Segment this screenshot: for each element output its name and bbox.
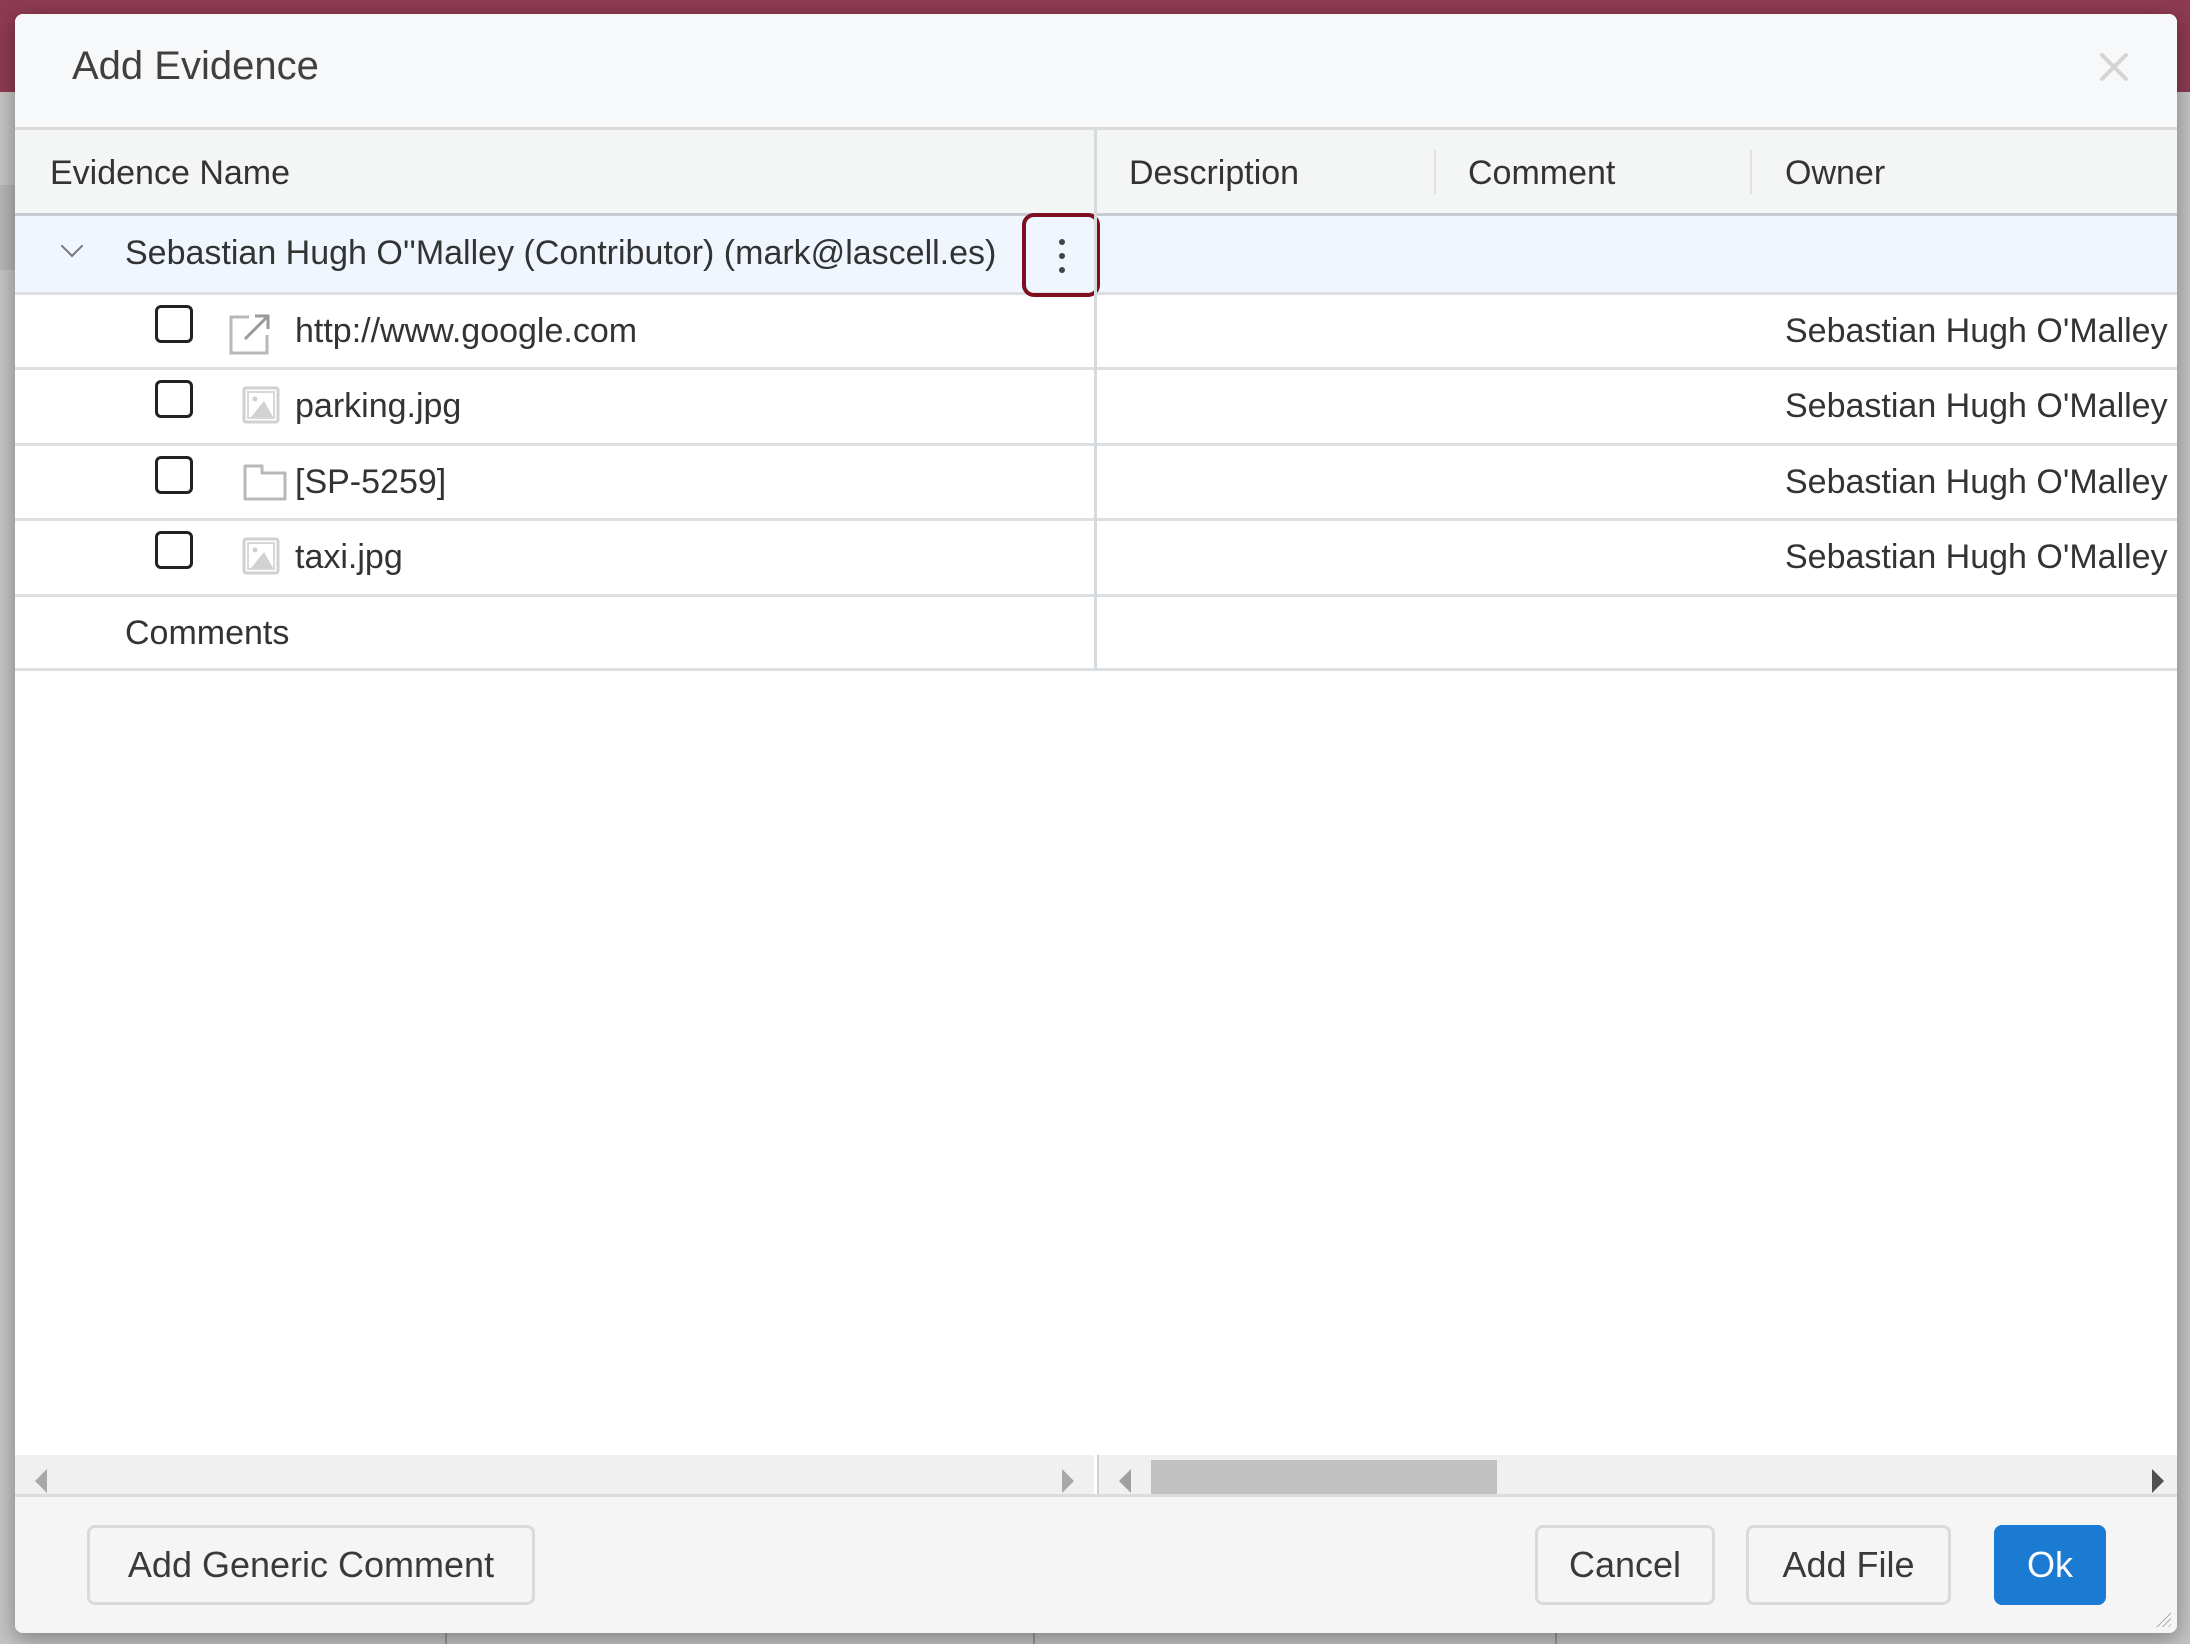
background-app-panel xyxy=(0,185,15,270)
cancel-button[interactable]: Cancel xyxy=(1535,1525,1715,1605)
resize-grip-icon[interactable] xyxy=(2153,1609,2171,1627)
background-divider xyxy=(445,1633,447,1644)
folder-icon xyxy=(243,464,287,501)
close-icon[interactable] xyxy=(2097,50,2131,84)
image-icon xyxy=(242,537,280,575)
image-icon xyxy=(242,386,280,424)
column-header-evidence-name[interactable]: Evidence Name xyxy=(50,130,290,216)
external-link-icon xyxy=(229,314,270,355)
pane-divider[interactable] xyxy=(1094,130,1097,671)
more-vertical-icon-dot xyxy=(1059,267,1065,273)
scroll-right-arrow-icon[interactable] xyxy=(1062,1469,1074,1493)
scroll-right-arrow-icon[interactable] xyxy=(2152,1469,2164,1493)
more-vertical-icon-dot xyxy=(1059,253,1065,259)
evidence-name: [SP-5259] xyxy=(295,463,447,501)
evidence-grid: Evidence Name Description Comment Owner … xyxy=(15,130,2177,1508)
evidence-owner: Sebastian Hugh O'Malley xyxy=(1785,538,2168,576)
evidence-owner: Sebastian Hugh O'Malley xyxy=(1785,312,2168,350)
column-header-description[interactable]: Description xyxy=(1129,130,1299,216)
dialog-header: Add Evidence xyxy=(15,14,2177,130)
row-checkbox[interactable] xyxy=(155,456,193,494)
dialog-title: Add Evidence xyxy=(72,44,319,88)
add-generic-comment-button[interactable]: Add Generic Comment xyxy=(87,1525,535,1605)
dialog-footer: Add Generic Comment Cancel Add File Ok xyxy=(15,1494,2177,1633)
add-evidence-dialog: Add Evidence Evidence Name Description C… xyxy=(15,14,2177,1633)
background-divider xyxy=(1555,1633,1557,1644)
background-divider xyxy=(1033,1633,1035,1644)
column-resize-handle[interactable] xyxy=(1750,150,1752,194)
row-checkbox[interactable] xyxy=(155,380,193,418)
evidence-owner: Sebastian Hugh O'Malley xyxy=(1785,387,2168,425)
evidence-name: taxi.jpg xyxy=(295,538,403,576)
scroll-left-arrow-icon[interactable] xyxy=(1119,1469,1131,1493)
comments-label: Comments xyxy=(125,614,290,652)
column-header-owner[interactable]: Owner xyxy=(1785,130,1885,216)
row-checkbox[interactable] xyxy=(155,531,193,569)
evidence-owner: Sebastian Hugh O'Malley xyxy=(1785,463,2168,501)
column-header-comment[interactable]: Comment xyxy=(1468,130,1615,216)
group-label: Sebastian Hugh O''Malley (Contributor) (… xyxy=(125,234,997,272)
evidence-name: parking.jpg xyxy=(295,387,462,425)
row-checkbox[interactable] xyxy=(155,305,193,343)
chevron-down-icon[interactable] xyxy=(59,238,85,264)
scroll-left-arrow-icon[interactable] xyxy=(35,1469,47,1493)
column-resize-handle[interactable] xyxy=(1434,150,1436,194)
ok-button[interactable]: Ok xyxy=(1994,1525,2106,1605)
group-menu-button[interactable] xyxy=(1022,213,1100,297)
more-vertical-icon xyxy=(1059,239,1065,245)
add-file-button[interactable]: Add File xyxy=(1746,1525,1951,1605)
evidence-name: http://www.google.com xyxy=(295,312,638,350)
